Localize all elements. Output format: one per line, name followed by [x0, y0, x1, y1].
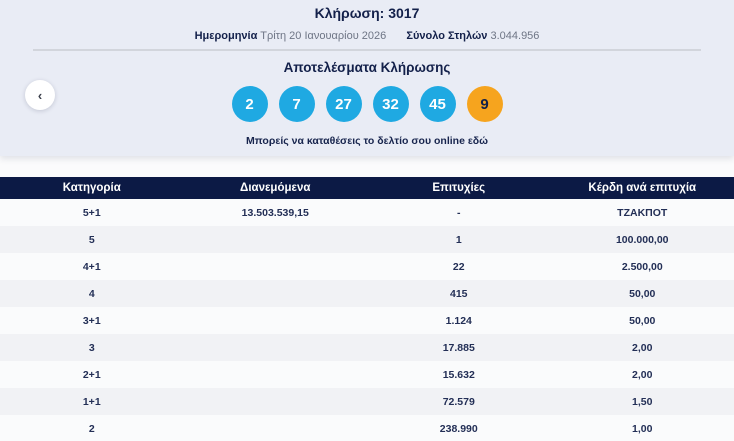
header-divider [33, 49, 701, 51]
column-header: Κέρδη ανά επιτυχία [551, 177, 734, 199]
cell-prize: 2.500,00 [551, 253, 734, 280]
columns-value: 3.044.956 [490, 30, 539, 42]
cell-winners: - [367, 199, 551, 226]
cell-distributed [184, 361, 368, 388]
cell-category: 2+1 [0, 361, 184, 388]
cell-distributed [184, 388, 368, 415]
table-row: 5+113.503.539,15-ΤΖΑΚΠΟΤ [0, 199, 734, 226]
cell-category: 4+1 [0, 253, 184, 280]
number-ball: 7 [279, 86, 315, 122]
cell-winners: 72.579 [367, 388, 551, 415]
cell-category: 1+1 [0, 388, 184, 415]
number-ball: 45 [420, 86, 456, 122]
winning-numbers: 27 27 32 45 9 [0, 86, 734, 122]
cell-distributed [184, 253, 368, 280]
date-value: Τρίτη 20 Ιανουαρίου 2026 [260, 30, 386, 42]
cell-category: 5+1 [0, 199, 184, 226]
cell-winners: 415 [367, 280, 551, 307]
number-ball: 27 [326, 86, 362, 122]
column-header: Διανεμόμενα [184, 177, 368, 199]
cell-prize: 2,00 [551, 361, 734, 388]
bonus-number-ball: 9 [467, 86, 503, 122]
draw-meta: Ημερομηνία Τρίτη 20 Ιανουαρίου 2026 Σύνο… [0, 30, 734, 42]
results-heading: Αποτελέσματα Κλήρωσης [0, 60, 734, 75]
columns-label: Σύνολο Στηλών [406, 30, 487, 42]
table-row: 2+1 15.6322,00 [0, 361, 734, 388]
cell-distributed [184, 307, 368, 334]
cell-winners: 1 [367, 226, 551, 253]
cell-winners: 238.990 [367, 415, 551, 441]
cell-prize: ΤΖΑΚΠΟΤ [551, 199, 734, 226]
number-ball: 2 [232, 86, 268, 122]
table-row: 5 1100.000,00 [0, 226, 734, 253]
submit-slip-online-link[interactable]: Μπορείς να καταθέσεις το δελτίο σου onli… [0, 135, 734, 147]
cell-winners: 22 [367, 253, 551, 280]
cell-distributed [184, 226, 368, 253]
draw-panel: Κλήρωση: 3017 Ημερομηνία Τρίτη 20 Ιανουα… [0, 0, 734, 156]
column-header: Επιτυχίες [367, 177, 551, 199]
date-label: Ημερομηνία [195, 30, 258, 42]
cell-winners: 1.124 [367, 307, 551, 334]
cell-prize: 1,50 [551, 388, 734, 415]
cell-distributed [184, 334, 368, 361]
cell-category: 2 [0, 415, 184, 441]
cell-category: 5 [0, 226, 184, 253]
cell-distributed [184, 415, 368, 441]
number-ball: 32 [373, 86, 409, 122]
table-row: 4+1 222.500,00 [0, 253, 734, 280]
previous-draw-button[interactable]: ‹ [25, 80, 55, 110]
cell-winners: 15.632 [367, 361, 551, 388]
prize-table: ΚατηγορίαΔιανεμόμεναΕπιτυχίεςΚέρδη ανά ε… [0, 177, 734, 441]
table-row: 3 17.8852,00 [0, 334, 734, 361]
cell-prize: 2,00 [551, 334, 734, 361]
cell-distributed: 13.503.539,15 [184, 199, 368, 226]
prize-table-header: ΚατηγορίαΔιανεμόμεναΕπιτυχίεςΚέρδη ανά ε… [0, 177, 734, 199]
table-row: 4 41550,00 [0, 280, 734, 307]
cell-prize: 50,00 [551, 280, 734, 307]
cell-prize: 100.000,00 [551, 226, 734, 253]
cell-distributed [184, 280, 368, 307]
cell-category: 4 [0, 280, 184, 307]
table-row: 2 238.9901,00 [0, 415, 734, 441]
chevron-left-icon: ‹ [38, 88, 42, 103]
cell-winners: 17.885 [367, 334, 551, 361]
draw-title: Κλήρωση: 3017 [0, 0, 734, 21]
cell-category: 3+1 [0, 307, 184, 334]
cell-category: 3 [0, 334, 184, 361]
table-row: 3+1 1.12450,00 [0, 307, 734, 334]
cell-prize: 50,00 [551, 307, 734, 334]
cell-prize: 1,00 [551, 415, 734, 441]
column-header: Κατηγορία [0, 177, 184, 199]
table-row: 1+1 72.5791,50 [0, 388, 734, 415]
